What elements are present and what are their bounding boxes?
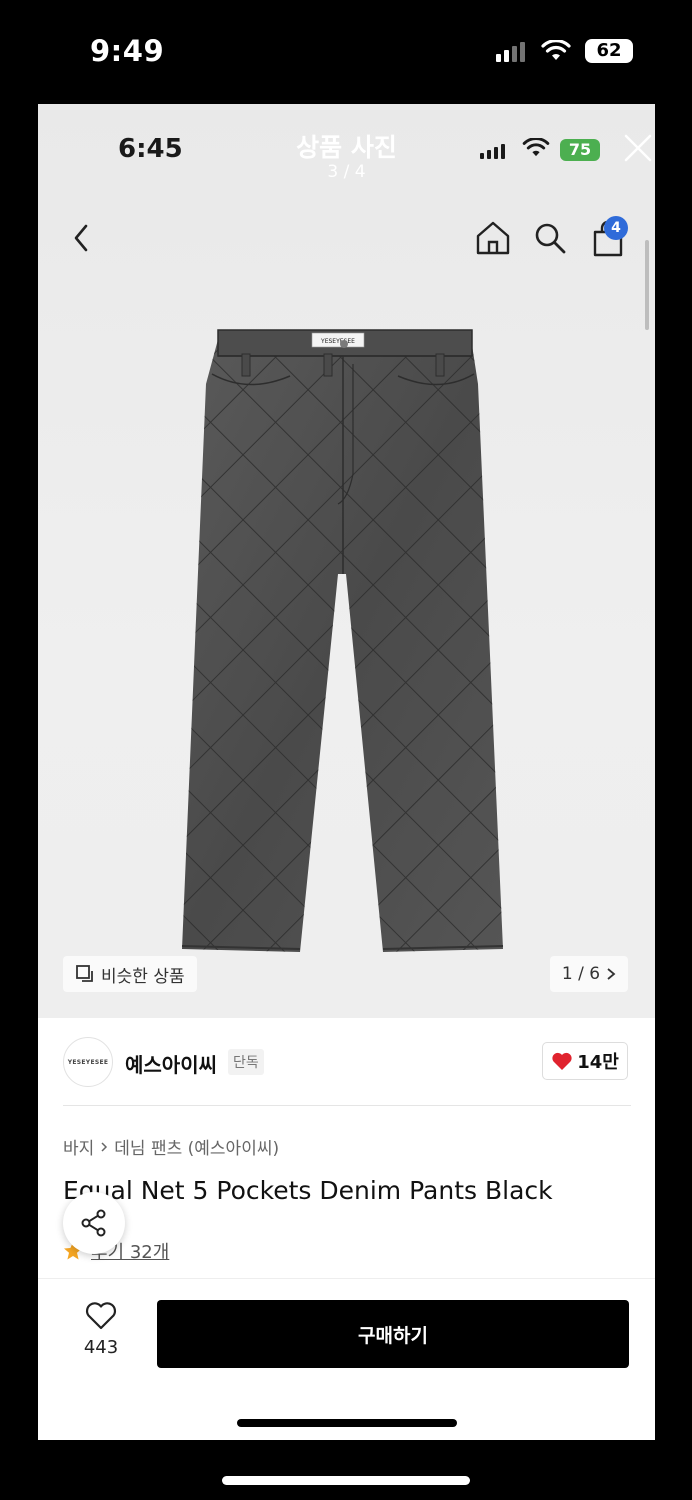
divider — [63, 1105, 631, 1106]
brand-logo[interactable]: YESEYESEE — [63, 1037, 113, 1087]
similar-products-button[interactable]: 비슷한 상품 — [63, 956, 197, 992]
product-photo-pants[interactable]: YESEYESEE — [178, 324, 508, 954]
image-pager-button[interactable]: 1 / 6 — [550, 956, 628, 992]
heart-filled-icon — [552, 1052, 572, 1070]
brand-name[interactable]: 예스아이씨 — [125, 1049, 217, 1078]
scroll-indicator — [645, 240, 649, 330]
breadcrumb: 바지 데님 팬츠 (예스아이씨) — [63, 1134, 279, 1159]
inner-battery-indicator: 75 — [560, 139, 600, 161]
search-icon[interactable] — [532, 220, 568, 256]
viewer-counter: 3 / 4 — [327, 162, 366, 182]
battery-indicator: 62 — [585, 39, 633, 63]
home-icon[interactable] — [474, 220, 512, 256]
image-pager-label: 1 / 6 — [561, 964, 601, 984]
purchase-bar: 443 구매하기 — [38, 1278, 655, 1440]
breadcrumb-item-category[interactable]: 바지 — [63, 1134, 94, 1159]
app-screen: 6:45 상품 사진 3 / 4 75 4 YESEYESEE 비슷한 상품 1… — [38, 104, 655, 1440]
home-indicator[interactable] — [222, 1476, 470, 1485]
product-image-viewer[interactable]: 6:45 상품 사진 3 / 4 75 4 YESEYESEE 비슷한 상품 1… — [38, 104, 655, 1018]
chevron-right-icon — [101, 1141, 108, 1152]
inner-wifi-icon — [522, 138, 550, 157]
wishlist-count: 443 — [83, 1337, 119, 1358]
brand-row: YESEYESEE 예스아이씨 단독 14만 — [38, 1034, 655, 1094]
cellular-signal-icon — [496, 42, 525, 62]
brand-like-count: 14만 — [577, 1052, 619, 1073]
outer-status-time: 9:49 — [90, 34, 165, 68]
close-icon[interactable] — [622, 132, 654, 164]
pants-label-text: YESEYESEE — [320, 338, 355, 345]
inner-signal-icon — [480, 144, 505, 159]
product-title: Equal Net 5 Pockets Denim Pants Black — [63, 1176, 553, 1205]
wifi-icon — [541, 40, 571, 60]
chevron-right-icon — [607, 968, 616, 980]
share-icon — [81, 1209, 106, 1237]
similar-products-label: 비슷한 상품 — [101, 966, 185, 987]
wishlist-button[interactable]: 443 — [76, 1301, 126, 1358]
buy-button[interactable]: 구매하기 — [157, 1300, 629, 1368]
copy-squares-icon — [76, 965, 93, 982]
outer-status-bar: 9:49 62 — [0, 0, 692, 104]
exclusive-badge: 단독 — [228, 1049, 264, 1075]
back-arrow-icon[interactable] — [70, 222, 94, 254]
heart-outline-icon — [85, 1302, 117, 1330]
brand-like-button[interactable]: 14만 — [542, 1042, 628, 1080]
cart-count-badge: 4 — [604, 216, 628, 240]
viewer-header: 6:45 상품 사진 3 / 4 75 — [38, 104, 655, 184]
breadcrumb-item-subcategory[interactable]: 데님 팬츠 (예스아이씨) — [114, 1134, 279, 1159]
share-button[interactable] — [63, 1192, 125, 1254]
inner-home-indicator — [237, 1419, 457, 1427]
